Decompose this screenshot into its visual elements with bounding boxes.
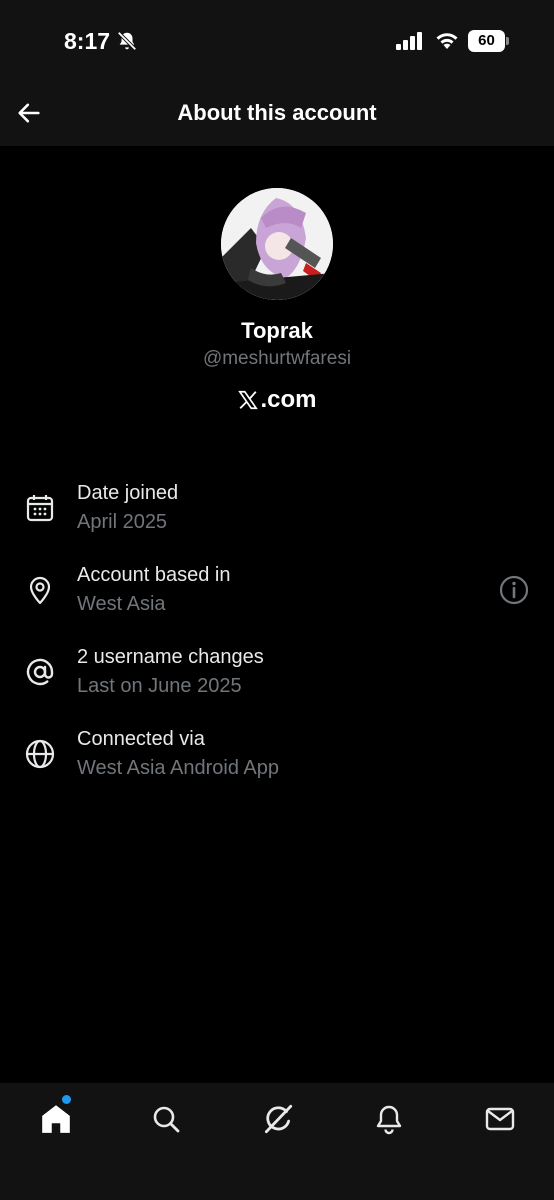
unread-indicator xyxy=(62,1095,71,1104)
tab-notifications[interactable] xyxy=(369,1099,409,1139)
avatar-image xyxy=(221,188,333,300)
bell-slash-icon xyxy=(117,31,137,51)
bottom-tab-bar xyxy=(0,1083,554,1200)
messages-icon xyxy=(485,1107,515,1131)
location-pin-icon xyxy=(29,576,51,605)
account-domain: .com xyxy=(0,386,554,414)
domain-suffix: .com xyxy=(260,386,317,413)
battery-indicator: 60 xyxy=(468,30,510,52)
battery-tip xyxy=(506,37,509,45)
account-info-list: Date joined April 2025 Account based in … xyxy=(0,480,554,808)
status-bar: 8:17 60 xyxy=(0,0,554,80)
tab-messages[interactable] xyxy=(480,1099,520,1139)
x-logo-icon xyxy=(238,390,259,410)
info-title: Date joined xyxy=(77,482,179,504)
info-value: West Asia Android App xyxy=(77,757,279,779)
wifi-icon xyxy=(436,33,458,49)
info-title: Connected via xyxy=(77,728,205,750)
info-row-date-joined: Date joined April 2025 xyxy=(0,480,554,562)
info-row-account-based-in: Account based in West Asia xyxy=(0,562,554,644)
info-row-connected-via: Connected via West Asia Android App xyxy=(0,726,554,808)
info-title: Account based in xyxy=(77,564,231,586)
notifications-icon xyxy=(376,1105,402,1135)
info-value: April 2025 xyxy=(77,511,168,533)
search-icon xyxy=(153,1106,180,1133)
tab-search[interactable] xyxy=(146,1099,186,1139)
grok-icon xyxy=(264,1104,293,1134)
globe-icon xyxy=(25,739,55,769)
home-icon xyxy=(42,1105,70,1133)
tab-grok[interactable] xyxy=(258,1099,298,1139)
avatar[interactable] xyxy=(221,188,333,300)
profile-summary: Toprak @meshurtwfaresi .com xyxy=(0,188,554,414)
info-value: Last on June 2025 xyxy=(77,675,242,697)
top-header: About this account xyxy=(0,80,554,146)
calendar-icon xyxy=(26,495,54,522)
status-time: 8:17 xyxy=(64,28,111,54)
info-value: West Asia xyxy=(77,593,166,615)
info-row-username-changes: 2 username changes Last on June 2025 xyxy=(0,644,554,726)
info-title: 2 username changes xyxy=(77,646,264,668)
cellular-signal-icon xyxy=(396,32,422,50)
page-title: About this account xyxy=(177,100,377,125)
tab-home[interactable] xyxy=(36,1099,76,1139)
info-circle-icon[interactable] xyxy=(498,574,530,606)
battery-level: 60 xyxy=(468,30,505,52)
at-sign-icon xyxy=(26,658,54,686)
username-handle: @meshurtwfaresi xyxy=(202,348,352,369)
display-name: Toprak xyxy=(241,318,313,343)
